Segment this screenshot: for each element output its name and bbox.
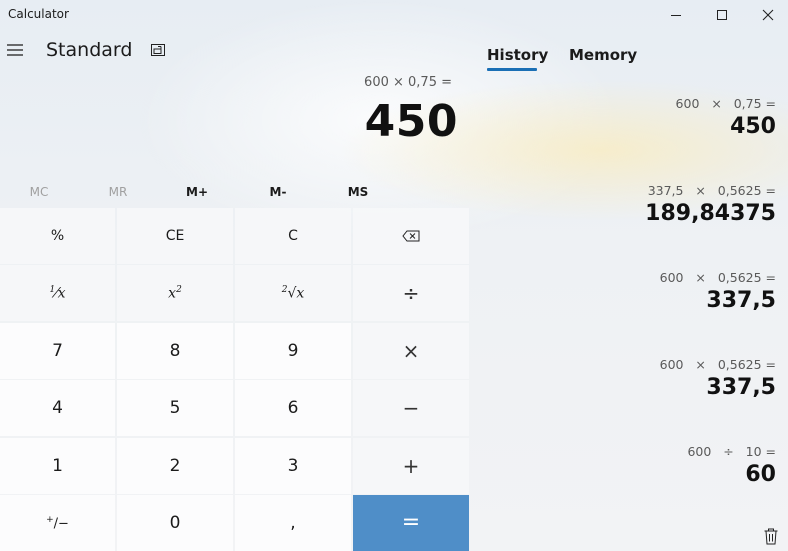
navigation-menu-button[interactable] bbox=[4, 38, 26, 62]
history-result: 337,5 bbox=[706, 288, 776, 313]
root-radicand: x bbox=[296, 285, 305, 302]
digit-7-button[interactable]: 7 bbox=[0, 322, 115, 379]
digit-label: 8 bbox=[169, 340, 181, 361]
digit-9-button[interactable]: 9 bbox=[235, 322, 351, 379]
history-result: 189,84375 bbox=[645, 201, 776, 226]
negate-plus: + bbox=[46, 514, 54, 525]
maximize-button[interactable] bbox=[699, 0, 745, 30]
percent-label: % bbox=[50, 228, 65, 244]
history-expression: 600 × 0,75 = bbox=[675, 96, 776, 111]
add-label: + bbox=[402, 453, 420, 478]
reciprocal-denominator: x bbox=[57, 285, 66, 302]
digit-5-button[interactable]: 5 bbox=[117, 380, 233, 437]
clear-button[interactable]: C bbox=[235, 208, 351, 264]
decimal-label: , bbox=[290, 512, 296, 533]
memory-subtract-button[interactable]: M- bbox=[239, 178, 317, 206]
history-item[interactable]: 600 ÷ 10 = 60 bbox=[687, 444, 776, 487]
digit-label: 1 bbox=[52, 455, 63, 476]
square-exponent: 2 bbox=[176, 285, 182, 296]
trash-icon bbox=[764, 528, 778, 544]
close-icon bbox=[762, 9, 774, 21]
digit-label: 4 bbox=[52, 398, 63, 419]
equals-label: = bbox=[401, 510, 421, 536]
digit-label: 9 bbox=[287, 340, 299, 361]
keypad: % CE C 1⁄x x2 2√x ÷ 7 8 9 × 4 5 6 − 1 2 … bbox=[0, 208, 469, 551]
history-result: 60 bbox=[745, 462, 776, 487]
tab-memory[interactable]: Memory bbox=[569, 46, 637, 64]
maximize-icon bbox=[717, 10, 727, 20]
history-item[interactable]: 600 × 0,75 = 450 bbox=[676, 96, 776, 139]
current-expression: 600 × 0,75 = bbox=[364, 75, 452, 90]
digit-3-button[interactable]: 3 bbox=[235, 437, 351, 494]
digit-label: 2 bbox=[169, 455, 181, 476]
subtract-label: − bbox=[402, 396, 420, 421]
keep-on-top-icon bbox=[151, 44, 165, 56]
hamburger-menu-icon bbox=[7, 44, 23, 56]
digit-label: 7 bbox=[52, 340, 63, 361]
square-label: x2 bbox=[168, 285, 182, 302]
history-expression: 600 × 0,5625 = bbox=[659, 357, 776, 372]
root-index: 2 bbox=[281, 285, 288, 296]
clear-history-button[interactable] bbox=[762, 526, 780, 546]
minimize-icon bbox=[671, 15, 681, 16]
reciprocal-label: 1⁄x bbox=[49, 285, 66, 302]
negate-button[interactable]: +/− bbox=[0, 494, 115, 551]
memory-controls: MC MR M+ M- MS bbox=[0, 178, 472, 206]
memory-add-button[interactable]: M+ bbox=[158, 178, 236, 206]
digit-2-button[interactable]: 2 bbox=[117, 437, 233, 494]
multiply-button[interactable]: × bbox=[353, 322, 469, 379]
negate-minus: /− bbox=[53, 516, 69, 532]
close-button[interactable] bbox=[745, 0, 788, 30]
digit-0-button[interactable]: 0 bbox=[117, 494, 233, 551]
multiply-label: × bbox=[402, 338, 420, 363]
history-expression: 600 × 0,5625 = bbox=[659, 270, 776, 285]
divide-label: ÷ bbox=[402, 281, 420, 306]
result-display: 450 bbox=[364, 96, 458, 147]
square-button[interactable]: x2 bbox=[117, 265, 233, 322]
mode-title: Standard bbox=[46, 39, 133, 61]
backspace-button[interactable] bbox=[353, 208, 469, 264]
clear-label: C bbox=[288, 228, 298, 244]
divide-button[interactable]: ÷ bbox=[353, 265, 469, 322]
digit-label: 5 bbox=[169, 398, 181, 419]
memory-store-button[interactable]: MS bbox=[319, 178, 397, 206]
square-base: x bbox=[168, 285, 177, 302]
history-result: 337,5 bbox=[706, 375, 776, 400]
digit-4-button[interactable]: 4 bbox=[0, 380, 115, 437]
reciprocal-button[interactable]: 1⁄x bbox=[0, 265, 115, 322]
active-tab-indicator bbox=[487, 68, 537, 71]
digit-1-button[interactable]: 1 bbox=[0, 437, 115, 494]
digit-label: 3 bbox=[287, 455, 299, 476]
keep-on-top-button[interactable] bbox=[149, 42, 167, 58]
negate-label: +/− bbox=[46, 515, 69, 531]
equals-button[interactable]: = bbox=[353, 494, 469, 551]
percent-button[interactable]: % bbox=[0, 208, 115, 264]
digit-6-button[interactable]: 6 bbox=[235, 380, 351, 437]
minimize-button[interactable] bbox=[653, 0, 699, 30]
memory-recall-button[interactable]: MR bbox=[79, 178, 157, 206]
app-title: Calculator bbox=[8, 7, 69, 21]
subtract-button[interactable]: − bbox=[353, 380, 469, 437]
tab-history[interactable]: History bbox=[487, 46, 548, 64]
digit-label: 0 bbox=[169, 512, 181, 533]
digit-8-button[interactable]: 8 bbox=[117, 322, 233, 379]
square-root-button[interactable]: 2√x bbox=[235, 265, 351, 322]
history-item[interactable]: 600 × 0,5625 = 337,5 bbox=[660, 270, 776, 313]
clear-entry-label: CE bbox=[165, 228, 185, 244]
title-bar: Calculator bbox=[0, 0, 788, 30]
history-item[interactable]: 337,5 × 0,5625 = 189,84375 bbox=[645, 183, 776, 226]
history-expression: 600 ÷ 10 = bbox=[687, 444, 776, 459]
backspace-icon bbox=[402, 230, 420, 242]
history-item[interactable]: 600 × 0,5625 = 337,5 bbox=[660, 357, 776, 400]
square-root-label: 2√x bbox=[281, 285, 305, 302]
memory-clear-button[interactable]: MC bbox=[0, 178, 78, 206]
clear-entry-button[interactable]: CE bbox=[117, 208, 233, 264]
add-button[interactable]: + bbox=[353, 437, 469, 494]
reciprocal-numerator: 1 bbox=[49, 285, 56, 296]
decimal-separator-button[interactable]: , bbox=[235, 494, 351, 551]
digit-label: 6 bbox=[287, 398, 299, 419]
history-result: 450 bbox=[730, 114, 776, 139]
history-expression: 337,5 × 0,5625 = bbox=[647, 183, 776, 198]
